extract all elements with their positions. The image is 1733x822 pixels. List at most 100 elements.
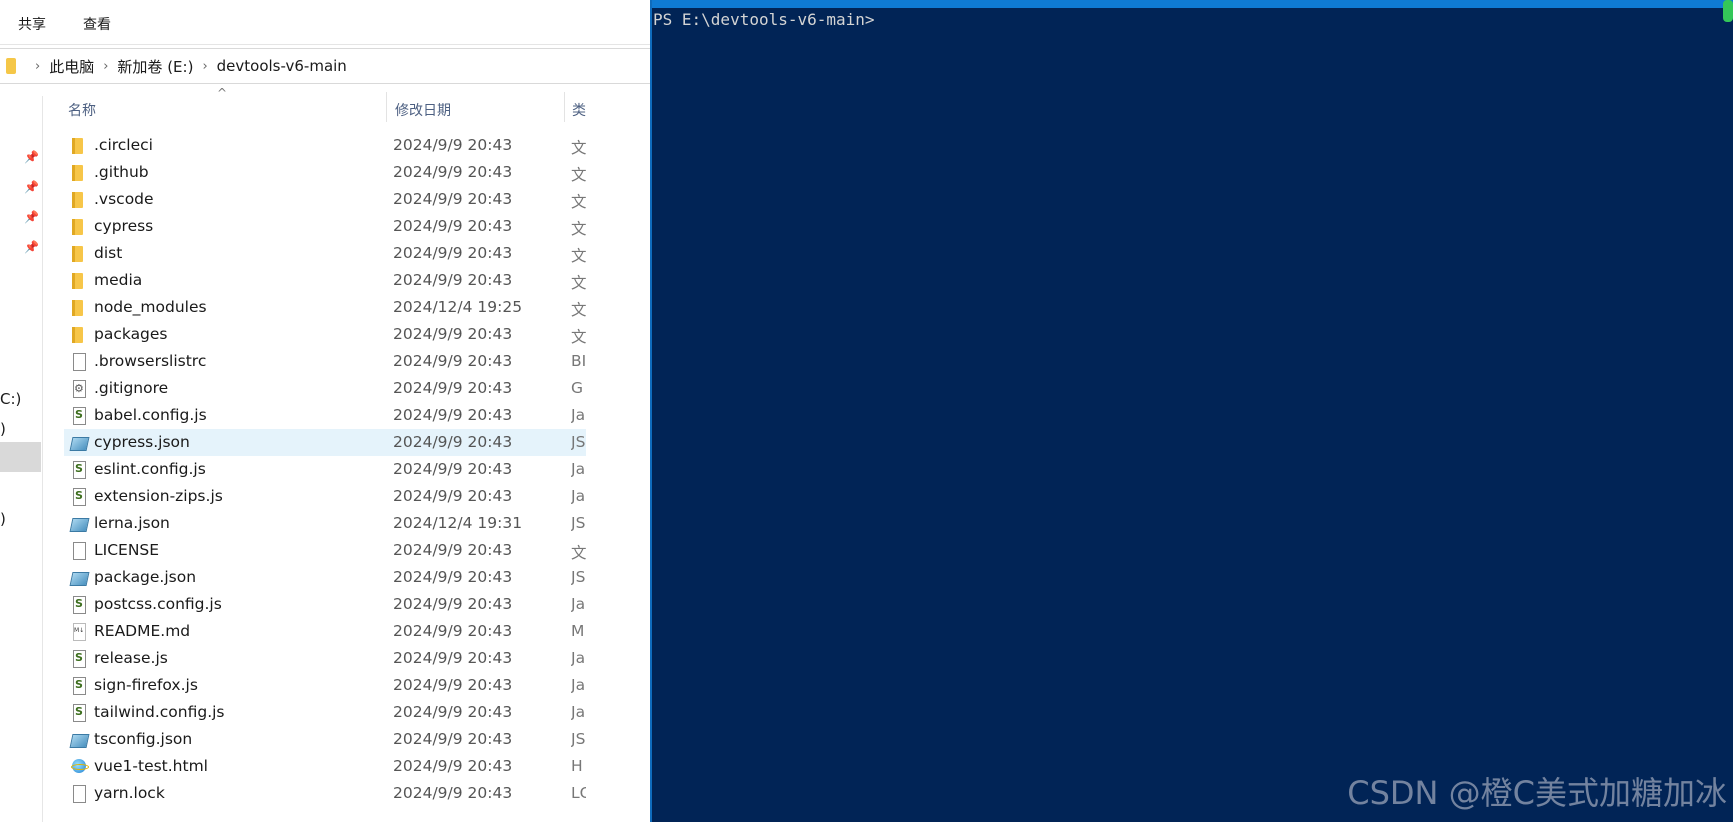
- file-name[interactable]: .github: [94, 163, 149, 181]
- json-file-icon: [71, 515, 87, 532]
- nav-item[interactable]: ): [0, 510, 6, 528]
- file-name[interactable]: .browserslistrc: [94, 352, 206, 370]
- file-name[interactable]: cypress.json: [94, 433, 190, 451]
- breadcrumb-current-folder[interactable]: devtools-v6-main: [217, 57, 347, 75]
- file-name[interactable]: tsconfig.json: [94, 730, 192, 748]
- file-name[interactable]: extension-zips.js: [94, 487, 223, 505]
- file-name[interactable]: LICENSE: [94, 541, 159, 559]
- file-name[interactable]: README.md: [94, 622, 190, 640]
- file-modified-date: 2024/9/9 20:43: [393, 703, 513, 721]
- file-row[interactable]: LICENSE 2024/9/9 20:43 文: [64, 537, 586, 564]
- file-row[interactable]: tsconfig.json 2024/9/9 20:43 JS: [64, 726, 586, 753]
- scrollbar-thumb[interactable]: [1723, 0, 1733, 22]
- file-row[interactable]: extension-zips.js 2024/9/9 20:43 Ja: [64, 483, 586, 510]
- settings-file-icon: [71, 380, 87, 398]
- file-name[interactable]: lerna.json: [94, 514, 170, 532]
- file-name[interactable]: yarn.lock: [94, 784, 165, 802]
- file-row[interactable]: .circleci 2024/9/9 20:43 文: [64, 132, 586, 159]
- file-row[interactable]: vue1-test.html 2024/9/9 20:43 H: [64, 753, 586, 780]
- file-modified-date: 2024/9/9 20:43: [393, 757, 513, 775]
- chevron-right-icon[interactable]: ›: [35, 59, 40, 74]
- file-modified-date: 2024/9/9 20:43: [393, 352, 513, 370]
- nav-item-selected[interactable]: [0, 442, 41, 472]
- file-row[interactable]: .gitignore 2024/9/9 20:43 G: [64, 375, 586, 402]
- file-modified-date: 2024/9/9 20:43: [393, 217, 513, 235]
- file-name[interactable]: node_modules: [94, 298, 207, 316]
- pin-icon[interactable]: 📌: [24, 210, 39, 224]
- file-row[interactable]: README.md 2024/9/9 20:43 M: [64, 618, 586, 645]
- file-explorer-window: 共享 查看 › 此电脑 › 新加卷 (E:) › devtools-v6-mai…: [0, 0, 650, 822]
- file-row[interactable]: eslint.config.js 2024/9/9 20:43 Ja: [64, 456, 586, 483]
- file-type: M: [571, 622, 585, 640]
- file-row[interactable]: node_modules 2024/12/4 19:25 文: [64, 294, 586, 321]
- folder-icon: [71, 272, 87, 289]
- pin-icon[interactable]: 📌: [24, 150, 39, 164]
- column-divider[interactable]: [386, 92, 387, 122]
- ribbon-tab-share[interactable]: 共享: [18, 14, 46, 34]
- chevron-right-icon[interactable]: ›: [103, 59, 108, 74]
- file-name[interactable]: packages: [94, 325, 168, 343]
- pin-icon[interactable]: 📌: [24, 180, 39, 194]
- ribbon-tab-view[interactable]: 查看: [83, 14, 111, 34]
- file-name[interactable]: media: [94, 271, 142, 289]
- terminal-title-bar: [652, 0, 1733, 8]
- file-row[interactable]: package.json 2024/9/9 20:43 JS: [64, 564, 586, 591]
- watermark: CSDN @橙C美式加糖加冰: [1347, 774, 1727, 812]
- file-row[interactable]: .browserslistrc 2024/9/9 20:43 BI: [64, 348, 586, 375]
- file-row[interactable]: cypress 2024/9/9 20:43 文: [64, 213, 586, 240]
- column-header-modified[interactable]: 修改日期: [395, 100, 451, 120]
- file-icon: [71, 542, 87, 560]
- column-header-name[interactable]: 名称: [68, 100, 96, 120]
- file-name[interactable]: babel.config.js: [94, 406, 207, 424]
- breadcrumb-drive-e[interactable]: 新加卷 (E:): [117, 56, 193, 77]
- file-row[interactable]: cypress.json 2024/9/9 20:43 JS: [64, 429, 586, 456]
- file-modified-date: 2024/9/9 20:43: [393, 460, 513, 478]
- file-row[interactable]: sign-firefox.js 2024/9/9 20:43 Ja: [64, 672, 586, 699]
- column-header-type[interactable]: 类: [572, 100, 586, 120]
- file-name[interactable]: tailwind.config.js: [94, 703, 225, 721]
- file-name[interactable]: dist: [94, 244, 122, 262]
- file-row[interactable]: release.js 2024/9/9 20:43 Ja: [64, 645, 586, 672]
- nav-item-drive-c[interactable]: C:): [0, 390, 21, 408]
- file-name[interactable]: vue1-test.html: [94, 757, 208, 775]
- file-type: H: [571, 757, 583, 775]
- powershell-terminal[interactable]: PS E:\devtools-v6-main> CSDN @橙C美式加糖加冰: [650, 0, 1733, 822]
- file-modified-date: 2024/9/9 20:43: [393, 163, 513, 181]
- file-type: Ja: [571, 460, 586, 478]
- file-name[interactable]: sign-firefox.js: [94, 676, 198, 694]
- sort-ascending-icon: ^: [217, 86, 228, 100]
- file-row[interactable]: yarn.lock 2024/9/9 20:43 LC: [64, 780, 586, 807]
- terminal-prompt[interactable]: PS E:\devtools-v6-main>: [653, 10, 875, 29]
- file-name[interactable]: eslint.config.js: [94, 460, 206, 478]
- file-name[interactable]: .vscode: [94, 190, 154, 208]
- file-name[interactable]: cypress: [94, 217, 153, 235]
- file-row[interactable]: tailwind.config.js 2024/9/9 20:43 Ja: [64, 699, 586, 726]
- file-name[interactable]: .circleci: [94, 136, 153, 154]
- file-row[interactable]: dist 2024/9/9 20:43 文: [64, 240, 586, 267]
- file-type: 文: [571, 220, 586, 238]
- file-name[interactable]: release.js: [94, 649, 168, 667]
- file-row[interactable]: .vscode 2024/9/9 20:43 文: [64, 186, 586, 213]
- file-row[interactable]: .github 2024/9/9 20:43 文: [64, 159, 586, 186]
- file-type: Ja: [571, 487, 586, 505]
- folder-icon: [6, 58, 16, 74]
- file-name[interactable]: .gitignore: [94, 379, 168, 397]
- folder-icon: [71, 218, 87, 235]
- file-name[interactable]: package.json: [94, 568, 196, 586]
- file-row[interactable]: lerna.json 2024/12/4 19:31 JS: [64, 510, 586, 537]
- file-row[interactable]: media 2024/9/9 20:43 文: [64, 267, 586, 294]
- file-modified-date: 2024/12/4 19:25: [393, 298, 523, 316]
- pin-icon[interactable]: 📌: [24, 240, 39, 254]
- nav-item[interactable]: ): [0, 420, 6, 438]
- js-file-icon: [71, 677, 87, 695]
- file-row[interactable]: babel.config.js 2024/9/9 20:43 Ja: [64, 402, 586, 429]
- address-bar[interactable]: › 此电脑 › 新加卷 (E:) › devtools-v6-main: [0, 48, 650, 84]
- breadcrumb-this-pc[interactable]: 此电脑: [49, 56, 94, 77]
- file-name[interactable]: postcss.config.js: [94, 595, 222, 613]
- column-divider[interactable]: [564, 92, 565, 122]
- chevron-right-icon[interactable]: ›: [202, 59, 207, 74]
- file-row[interactable]: packages 2024/9/9 20:43 文: [64, 321, 586, 348]
- file-row[interactable]: postcss.config.js 2024/9/9 20:43 Ja: [64, 591, 586, 618]
- file-type: G: [571, 379, 584, 397]
- js-file-icon: [71, 407, 87, 425]
